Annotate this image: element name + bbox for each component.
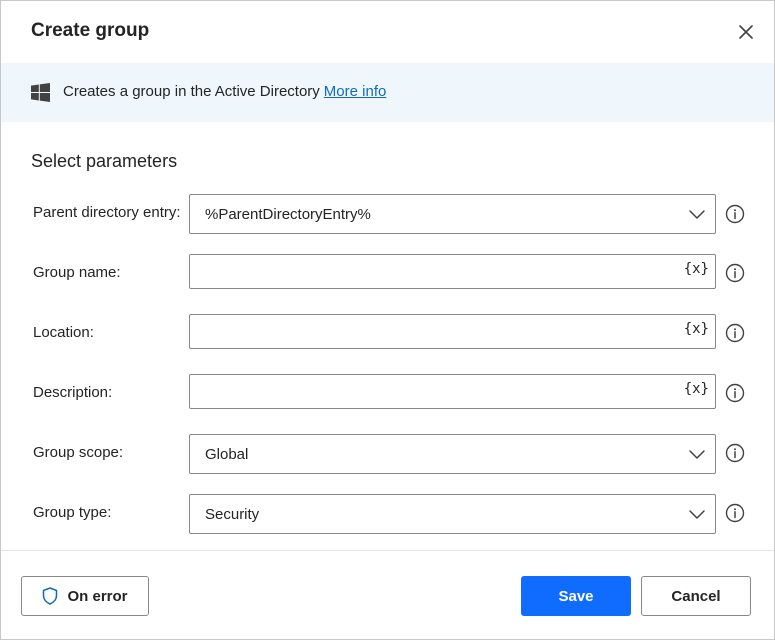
parent-directory-entry-info-icon[interactable]	[725, 204, 745, 224]
dialog-title: Create group	[31, 20, 150, 41]
location-info-icon[interactable]	[725, 323, 745, 343]
group-scope-value: Global	[205, 446, 249, 463]
dialog-titlebar: Create group	[1, 1, 774, 63]
chevron-down-icon	[689, 210, 705, 219]
parent-directory-entry-value: %ParentDirectoryEntry%	[205, 206, 371, 223]
on-error-button[interactable]: On error	[21, 576, 149, 616]
location-label: Location:	[33, 324, 94, 341]
group-scope-info-icon[interactable]	[725, 443, 745, 463]
group-type-select[interactable]: Security	[189, 494, 716, 534]
group-scope-label: Group scope:	[33, 444, 124, 461]
banner-text: Creates a group in the Active Directory	[63, 83, 320, 100]
close-button[interactable]	[734, 20, 758, 44]
info-banner: Creates a group in the Active Directory M…	[1, 63, 774, 122]
description-info-icon[interactable]	[725, 383, 745, 403]
chevron-down-icon	[689, 510, 705, 519]
group-type-label: Group type:	[33, 504, 112, 521]
cancel-button[interactable]: Cancel	[641, 576, 751, 616]
footer-divider	[1, 550, 774, 551]
location-input[interactable]: {x}	[189, 314, 716, 349]
group-type-value: Security	[205, 506, 260, 523]
shield-icon	[43, 587, 58, 605]
parent-directory-entry-select[interactable]: %ParentDirectoryEntry%	[189, 194, 716, 234]
group-name-info-icon[interactable]	[725, 263, 745, 283]
section-title: Select parameters	[31, 151, 178, 171]
parent-directory-entry-label: Parent directory entry:	[33, 204, 181, 221]
more-info-link[interactable]: More info	[324, 83, 387, 100]
group-name-variable-button[interactable]: {x}	[684, 261, 709, 277]
description-variable-button[interactable]: {x}	[684, 381, 709, 397]
group-name-label: Group name:	[33, 264, 121, 281]
location-variable-button[interactable]: {x}	[684, 321, 709, 337]
chevron-down-icon	[689, 450, 705, 459]
group-scope-select[interactable]: Global	[189, 434, 716, 474]
group-name-input[interactable]: {x}	[189, 254, 716, 289]
save-button[interactable]: Save	[521, 576, 631, 616]
close-icon	[739, 25, 753, 39]
create-group-dialog: Create group Creates a group in the Acti…	[0, 0, 775, 640]
group-type-info-icon[interactable]	[725, 503, 745, 523]
description-input[interactable]: {x}	[189, 374, 716, 409]
windows-logo-icon	[31, 83, 50, 102]
banner-description: Creates a group in the Active Directory M…	[63, 83, 386, 100]
description-label: Description:	[33, 384, 113, 401]
on-error-label: On error	[67, 587, 128, 605]
